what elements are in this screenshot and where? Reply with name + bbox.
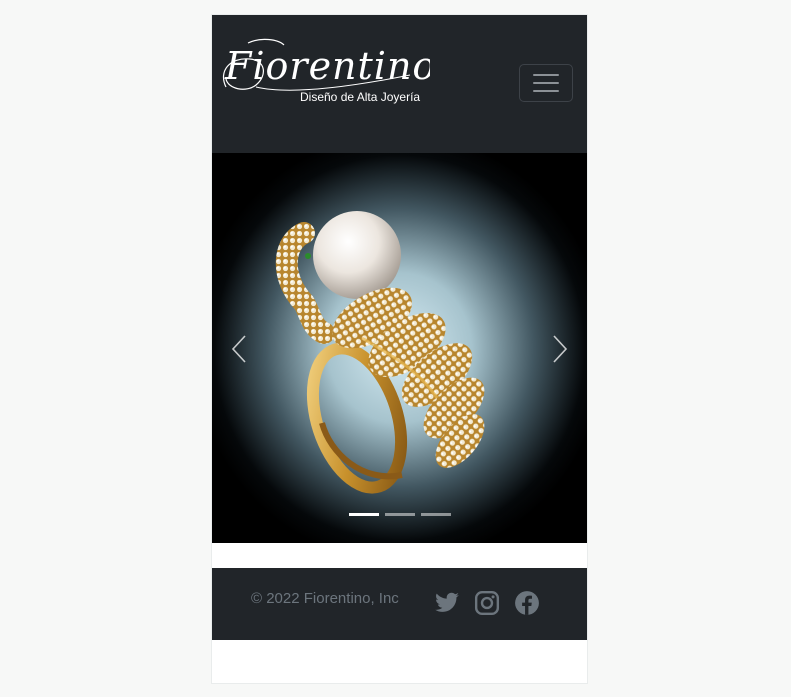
navbar: Fiorentino Diseño de Alta Joyería [212, 15, 587, 153]
hamburger-icon [533, 74, 559, 92]
carousel-next-button[interactable] [531, 153, 587, 543]
carousel-prev-button[interactable] [212, 153, 268, 543]
copyright-text: © 2022 Fiorentino, Inc [251, 590, 399, 607]
facebook-icon[interactable] [514, 590, 540, 616]
brand-tagline: Diseño de Alta Joyería [300, 90, 421, 104]
instagram-icon[interactable] [474, 590, 500, 616]
page-container: Fiorentino Diseño de Alta Joyería © 2022… [212, 15, 587, 683]
carousel-indicator-3[interactable] [420, 513, 451, 516]
brand-link[interactable]: Fiorentino Diseño de Alta Joyería [220, 35, 430, 110]
footer: © 2022 Fiorentino, Inc [212, 568, 587, 640]
chevron-left-icon [231, 335, 246, 363]
menu-toggle-button[interactable] [519, 64, 573, 102]
carousel [212, 153, 587, 543]
twitter-icon[interactable] [434, 590, 460, 616]
carousel-indicator-1[interactable] [348, 513, 379, 516]
carousel-indicator-2[interactable] [384, 513, 415, 516]
brand-name: Fiorentino [224, 44, 430, 88]
carousel-indicators [212, 513, 587, 519]
chevron-right-icon [553, 335, 568, 363]
